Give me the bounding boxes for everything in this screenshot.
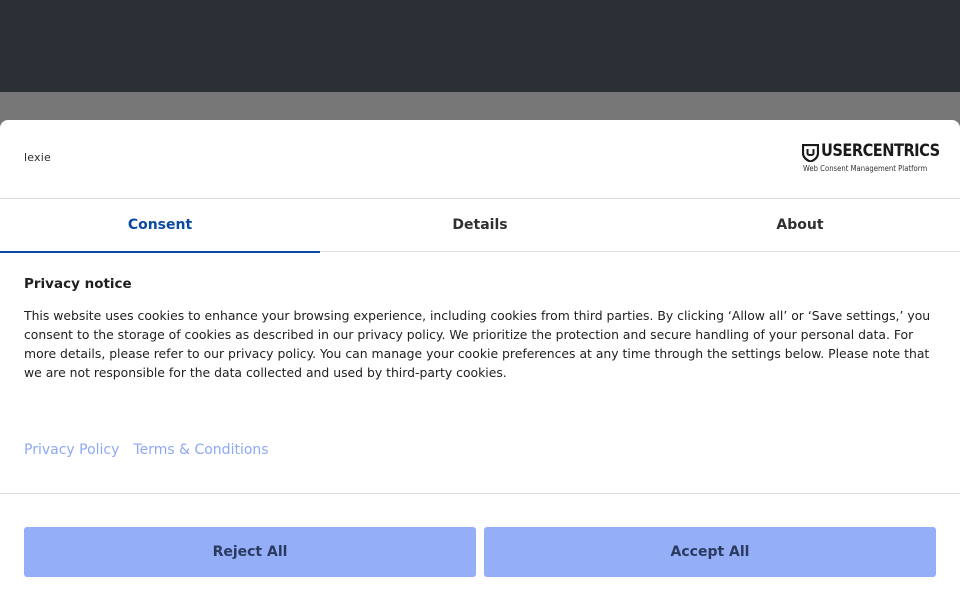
terms-conditions-link[interactable]: Terms & Conditions	[133, 442, 268, 458]
dialog-tabs: Consent Details About	[0, 199, 960, 253]
tab-label: Consent	[127, 216, 193, 233]
tab-consent[interactable]: Consent	[0, 199, 320, 253]
provider-name: USERCENTRICS	[821, 141, 940, 161]
cookie-consent-dialog: lexie USERCENTRICS Web Consent Managemen…	[0, 120, 960, 600]
tab-label: About	[776, 216, 824, 233]
shield-icon	[802, 144, 819, 162]
privacy-notice-title: Privacy notice	[24, 276, 132, 292]
tab-details[interactable]: Details	[320, 199, 640, 252]
privacy-policy-link[interactable]: Privacy Policy	[24, 442, 119, 458]
accept-all-button[interactable]: Accept All	[484, 527, 936, 577]
legal-links: Privacy Policy Terms & Conditions	[24, 442, 269, 458]
dialog-footer: Reject All Accept All	[0, 493, 960, 600]
tab-about[interactable]: About	[640, 199, 960, 252]
provider-tagline: Web Consent Management Platform	[803, 164, 928, 173]
site-logo: lexie	[24, 151, 51, 164]
tab-label: Details	[452, 216, 508, 233]
reject-all-button[interactable]: Reject All	[24, 527, 476, 577]
dialog-header: lexie USERCENTRICS Web Consent Managemen…	[0, 120, 960, 199]
consent-content: Privacy notice This website uses cookies…	[24, 276, 936, 382]
usercentrics-logo: USERCENTRICS Web Consent Management Plat…	[802, 141, 940, 176]
privacy-notice-text: This website uses cookies to enhance you…	[24, 308, 931, 380]
page-header-background	[0, 0, 960, 92]
